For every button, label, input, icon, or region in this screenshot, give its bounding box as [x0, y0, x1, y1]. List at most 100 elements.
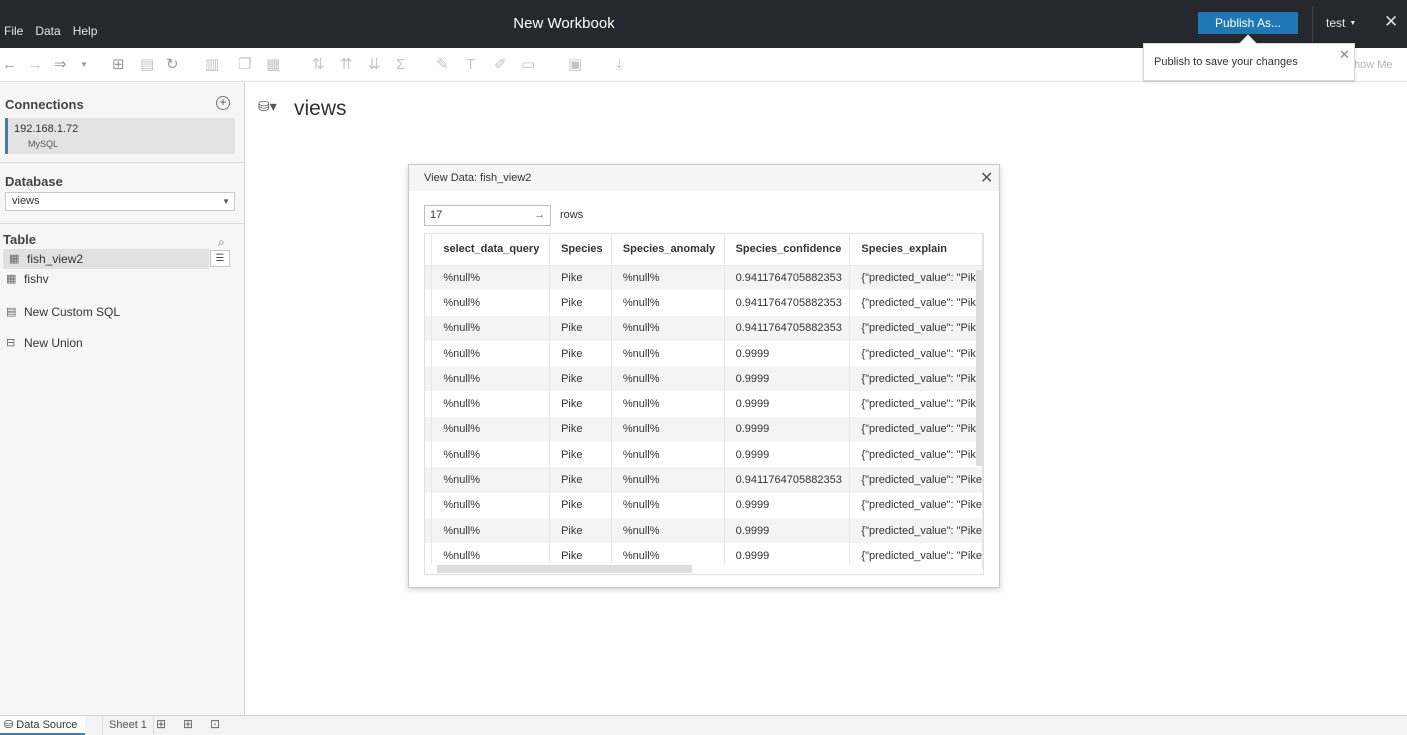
table-cell[interactable]: %null%	[431, 442, 551, 468]
table-cell[interactable]: Pike	[549, 265, 612, 291]
table-cell[interactable]: {"predicted_value": "Pike	[849, 391, 983, 417]
sort-descending-icon[interactable]: ⇊	[368, 56, 381, 74]
tab-data-source[interactable]: ⛁ Data Source	[0, 716, 86, 735]
table-cell[interactable]: %null%	[611, 290, 725, 316]
close-icon[interactable]: ✕	[1384, 12, 1398, 32]
replay-dropdown-icon[interactable]: ▼	[80, 56, 88, 74]
table-cell[interactable]: %null%	[611, 442, 725, 468]
sort-ascending-icon[interactable]: ⇈	[340, 56, 353, 74]
table-cell[interactable]: Pike	[549, 416, 612, 443]
table-cell[interactable]: %null%	[611, 416, 725, 443]
vertical-scrollbar[interactable]	[976, 270, 983, 466]
pause-updates-icon[interactable]: ▤	[140, 56, 154, 74]
swap-icon[interactable]: ⇅	[312, 56, 325, 74]
replay-icon[interactable]: ⇒	[54, 56, 67, 74]
new-dashboard-icon[interactable]: ⊞	[183, 717, 193, 731]
new-worksheet-icon[interactable]: ⊞	[156, 717, 166, 731]
table-cell[interactable]: 0.9411764705882353	[724, 265, 851, 291]
presentation-icon[interactable]: ▣	[568, 56, 582, 74]
search-icon[interactable]: ⌕	[218, 235, 225, 250]
undo-icon[interactable]: ←	[2, 56, 17, 74]
clear-sheet-icon[interactable]: ▦	[266, 56, 280, 74]
table-cell[interactable]: 0.9999	[724, 416, 851, 443]
user-menu[interactable]: test ▼	[1326, 16, 1356, 30]
table-cell[interactable]: {"predicted_value": "Pike	[849, 340, 983, 367]
table-cell[interactable]: {"predicted_value": "Pike	[849, 265, 983, 291]
table-cell[interactable]: %null%	[611, 366, 725, 392]
table-cell[interactable]: 0.9999	[724, 391, 851, 417]
table-cell[interactable]: %null%	[611, 340, 725, 367]
table-cell[interactable]: %null%	[431, 416, 551, 443]
table-cell[interactable]: Pike	[549, 366, 612, 392]
table-cell[interactable]: %null%	[431, 391, 551, 417]
table-cell[interactable]: %null%	[431, 315, 551, 341]
table-item-fishv[interactable]: ▦ fishv	[0, 269, 244, 289]
new-worksheet-icon[interactable]: ▥	[205, 56, 219, 74]
table-cell[interactable]: {"predicted_value": "Pike	[849, 492, 983, 518]
table-cell[interactable]: %null%	[611, 315, 725, 341]
table-cell[interactable]: %null%	[611, 391, 725, 417]
new-custom-sql[interactable]: ▤ New Custom SQL	[0, 302, 244, 322]
table-cell[interactable]: 0.9999	[724, 492, 851, 518]
new-story-icon[interactable]: ⊡	[210, 717, 220, 731]
database-icon[interactable]: ⛁▾	[258, 98, 277, 115]
table-cell[interactable]: %null%	[611, 517, 725, 544]
table-cell[interactable]: %null%	[431, 340, 551, 367]
rows-count-input[interactable]: 17 →	[424, 205, 551, 226]
close-icon[interactable]: ✕	[980, 168, 993, 188]
column-header[interactable]: select_data_query	[431, 234, 551, 266]
add-connection-icon[interactable]: +	[216, 96, 230, 110]
table-cell[interactable]: {"predicted_value": "Pike	[849, 315, 983, 341]
table-cell[interactable]: 0.9999	[724, 366, 851, 392]
show-me-button[interactable]: how Me	[1354, 59, 1393, 71]
close-icon[interactable]: ✕	[1339, 47, 1350, 63]
publish-as-button[interactable]: Publish As...	[1198, 12, 1298, 34]
table-cell[interactable]: %null%	[611, 265, 725, 291]
totals-icon[interactable]: Σ	[396, 56, 405, 74]
table-item-fish-view2[interactable]: ▦ fish_view2	[3, 249, 209, 269]
horizontal-scrollbar[interactable]	[437, 565, 692, 573]
table-cell[interactable]: 0.9999	[724, 517, 851, 544]
table-cell[interactable]: %null%	[431, 517, 551, 544]
duplicate-icon[interactable]: ❐	[238, 56, 251, 74]
column-header[interactable]: Species_anomaly	[611, 234, 725, 266]
table-cell[interactable]: %null%	[431, 467, 551, 493]
table-cell[interactable]: %null%	[611, 492, 725, 518]
fit-icon[interactable]: ▭	[521, 56, 535, 74]
data-grid[interactable]: select_data_query Species Species_anomal…	[424, 233, 984, 575]
table-cell[interactable]: {"predicted_value": "Pike	[849, 290, 983, 316]
table-cell[interactable]: %null%	[611, 467, 725, 493]
tab-sheet-1[interactable]: Sheet 1	[102, 716, 154, 735]
table-cell[interactable]: {"predicted_value": "Pike	[849, 467, 983, 493]
table-cell[interactable]: Pike	[549, 340, 612, 367]
highlight-icon[interactable]: ✎	[436, 56, 449, 74]
new-union[interactable]: ⊟ New Union	[0, 333, 244, 353]
table-cell[interactable]: {"predicted_value": "Pike	[849, 517, 983, 544]
table-cell[interactable]: Pike	[549, 492, 612, 518]
refresh-icon[interactable]: ↻	[166, 56, 179, 74]
column-header[interactable]: Species_explain	[849, 234, 983, 266]
table-cell[interactable]: Pike	[549, 467, 612, 493]
connection-item[interactable]: 192.168.1.72 MySQL	[5, 118, 235, 154]
arrow-right-icon[interactable]: →	[534, 206, 545, 225]
table-cell[interactable]: 0.9411764705882353	[724, 290, 851, 316]
table-cell[interactable]: Pike	[549, 442, 612, 468]
table-cell[interactable]: %null%	[431, 265, 551, 291]
table-cell[interactable]: %null%	[431, 290, 551, 316]
table-cell[interactable]: {"predicted_value": "Pike	[849, 442, 983, 468]
labels-icon[interactable]: T	[466, 56, 475, 74]
table-cell[interactable]: 0.9999	[724, 340, 851, 367]
database-select[interactable]: views ▼	[5, 192, 235, 211]
column-header[interactable]: Species_confidence	[724, 234, 851, 266]
table-cell[interactable]: 0.9999	[724, 442, 851, 468]
table-cell[interactable]: Pike	[549, 290, 612, 316]
table-cell[interactable]: %null%	[431, 366, 551, 392]
table-cell[interactable]: 0.9411764705882353	[724, 467, 851, 493]
table-cell[interactable]: Pike	[549, 391, 612, 417]
new-data-source-icon[interactable]: ⊞	[112, 56, 125, 74]
column-header[interactable]: Species	[549, 234, 612, 266]
download-icon[interactable]: ⤓	[616, 56, 623, 74]
table-cell[interactable]: 0.9411764705882353	[724, 315, 851, 341]
table-cell[interactable]: {"predicted_value": "Pike	[849, 366, 983, 392]
table-cell[interactable]: Pike	[549, 315, 612, 341]
